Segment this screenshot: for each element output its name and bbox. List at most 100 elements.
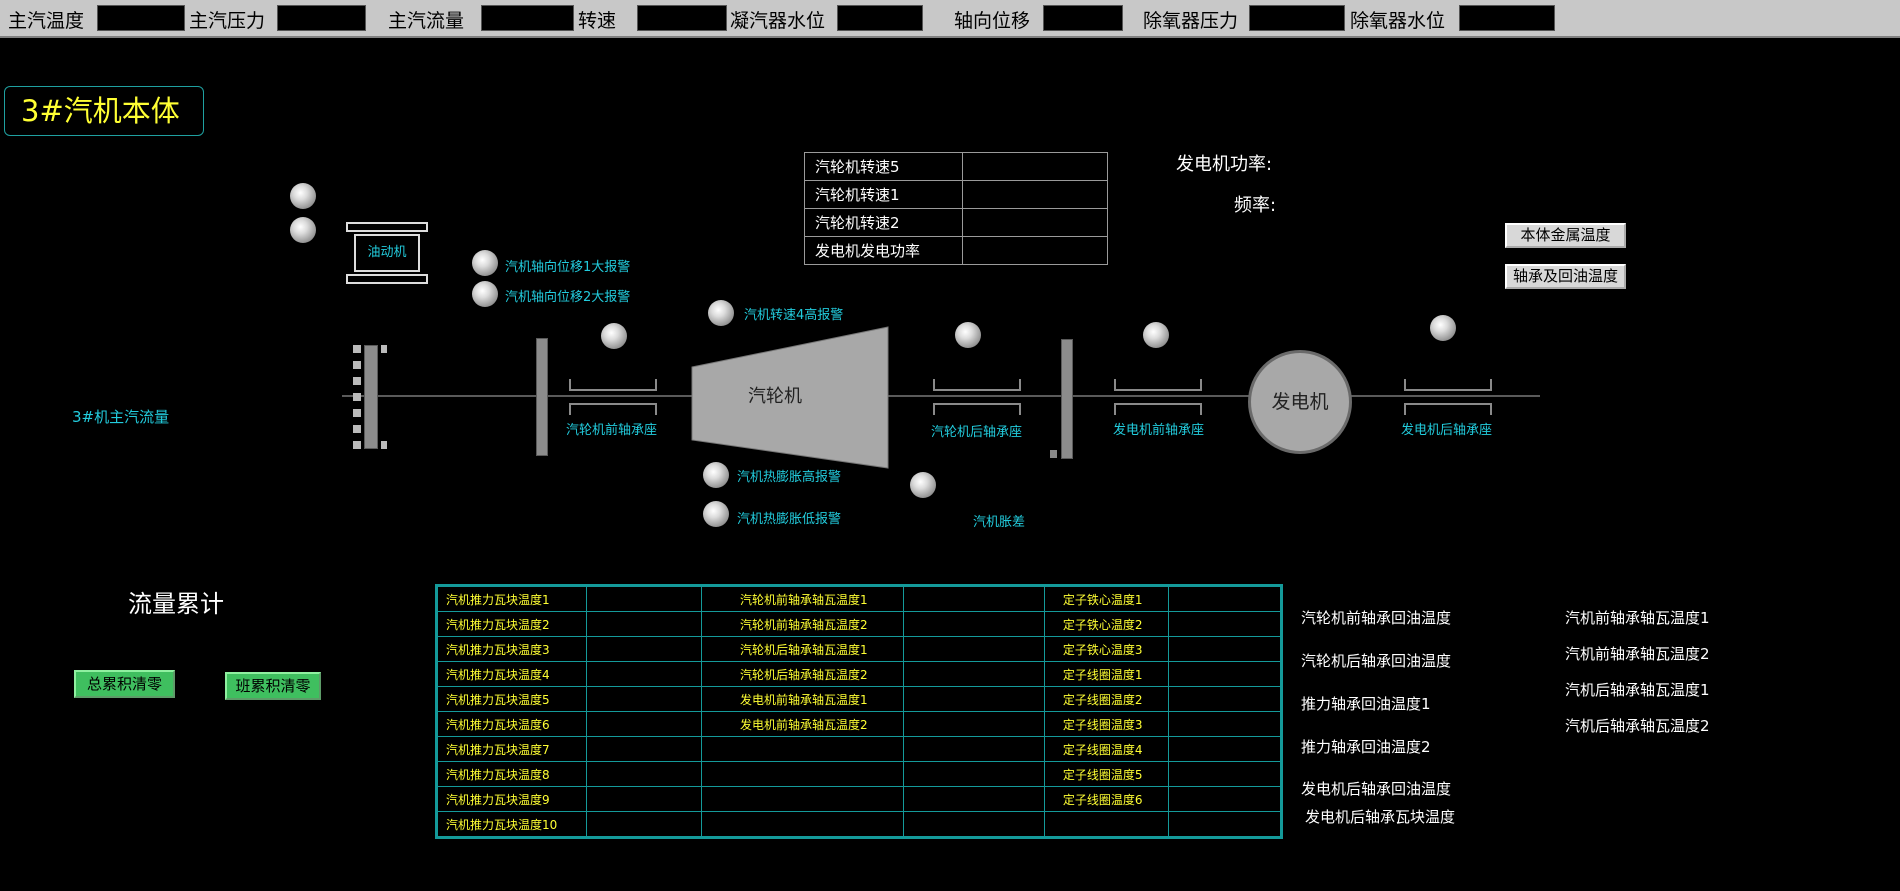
bearing-pad-temp-label: 汽机前轴承轴瓦温度1 [1565, 609, 1710, 627]
table-row: 发电机发电功率 [804, 236, 1108, 265]
axial-displacement-1-alarm-label: 汽机轴向位移1大报警 [505, 260, 631, 275]
turbine-rear-bearing-label: 汽轮机后轴承座 [931, 425, 1023, 440]
temp-label: 定子铁心温度3 [1043, 636, 1169, 662]
generator[interactable]: 发电机 [1248, 350, 1352, 454]
deaerator-pressure-value [1249, 5, 1345, 31]
temp-label: 汽机推力瓦块温度6 [436, 711, 587, 737]
bearing-upper [933, 379, 1021, 391]
temp-label: 汽轮机后轴承轴瓦温度2 [701, 661, 904, 687]
temp-label: 定子线圈温度6 [1043, 786, 1169, 812]
temp-value [902, 585, 1045, 612]
table-row: 汽轮机转速5 [804, 152, 1108, 181]
shift-reset-button[interactable]: 班累积清零 [225, 672, 321, 700]
temp-label [701, 811, 904, 838]
temp-label: 汽轮机后轴承轴瓦温度1 [701, 636, 904, 662]
temp-value [902, 636, 1045, 662]
temp-value [1167, 636, 1283, 662]
bearing-status-lamp [1143, 322, 1169, 348]
temp-label: 发电机前轴承轴瓦温度2 [701, 711, 904, 737]
bearing-status-lamp [1430, 315, 1456, 341]
bearing-status-lamp [601, 323, 627, 349]
bearing-pad-temp-label: 汽机后轴承轴瓦温度2 [1565, 717, 1710, 735]
metal-temperature-button[interactable]: 本体金属温度 [1505, 223, 1626, 248]
table-row: 汽机推力瓦块温度4 汽轮机后轴承轴瓦温度2 定子线圈温度1 [436, 661, 1283, 687]
speed-2-label: 汽轮机转速2 [804, 208, 963, 237]
condenser-level-label: 凝汽器水位 [730, 10, 826, 32]
temp-value [902, 761, 1045, 787]
bearing-pad-temp-label: 汽机后轴承轴瓦温度1 [1565, 681, 1710, 699]
temperature-table: 汽机推力瓦块温度1 汽轮机前轴承轴瓦温度1 定子铁心温度1 汽机推力瓦块温度2 汽轮机前… [435, 584, 1283, 839]
axial-displacement-value [1043, 5, 1123, 31]
temp-label [701, 786, 904, 812]
coupling [364, 345, 378, 449]
bearing-lower [933, 403, 1021, 415]
bearing-pad-temp-label: 发电机后轴承瓦块温度 [1305, 808, 1456, 826]
deaerator-pressure-label: 除氧器压力 [1143, 10, 1239, 32]
temp-label: 定子线圈温度1 [1043, 661, 1169, 687]
table-row: 汽机推力瓦块温度1 汽轮机前轴承轴瓦温度1 定子铁心温度1 [436, 585, 1283, 612]
thermal-expansion-high-alarm-lamp [703, 462, 729, 488]
differential-expansion-lamp [910, 472, 936, 498]
temp-value [902, 736, 1045, 762]
main-steam-pressure-label: 主汽压力 [189, 10, 266, 32]
temp-value [1167, 786, 1283, 812]
bearing-status-lamp [955, 322, 981, 348]
temp-value [1167, 761, 1283, 787]
temp-value [585, 761, 703, 787]
temp-value [1167, 811, 1283, 838]
turbine-front-bearing-label: 汽轮机前轴承座 [566, 423, 658, 438]
generator-front-bearing-label: 发电机前轴承座 [1113, 423, 1205, 438]
table-row: 汽机推力瓦块温度9 定子线圈温度6 [436, 786, 1283, 812]
speed-5-value [962, 152, 1108, 181]
temp-label: 定子线圈温度5 [1043, 761, 1169, 787]
table-row: 汽轮机转速2 [804, 208, 1108, 237]
generator-output-label: 发电机发电功率 [804, 236, 963, 265]
temp-label: 汽机推力瓦块温度8 [436, 761, 587, 787]
return-oil-label: 推力轴承回油温度2 [1301, 738, 1431, 756]
temp-value [1167, 585, 1283, 612]
main-steam-temp-label: 主汽温度 [8, 10, 85, 32]
table-row: 汽机推力瓦块温度3 汽轮机后轴承轴瓦温度1 定子铁心温度3 [436, 636, 1283, 662]
frequency-label: 频率: [1234, 195, 1277, 216]
temp-label: 发电机前轴承轴瓦温度1 [701, 686, 904, 712]
bearing-oil-temperature-button[interactable]: 轴承及回油温度 [1505, 264, 1626, 289]
axial-displacement-label: 轴向位移 [954, 10, 1031, 32]
temp-value [902, 786, 1045, 812]
temp-value [902, 611, 1045, 637]
temp-label: 汽机推力瓦块温度10 [436, 811, 587, 838]
speed-4-alarm-lamp [708, 300, 734, 326]
flow-total-label: 流量累计 [128, 590, 224, 618]
temp-value [585, 636, 703, 662]
flange [536, 338, 548, 456]
return-oil-label: 汽轮机后轴承回油温度 [1301, 652, 1452, 670]
oil-pump[interactable]: 油动机 [354, 234, 420, 272]
speed-4-alarm-label: 汽机转速4高报警 [744, 308, 844, 323]
thermal-expansion-high-alarm-label: 汽机热膨胀高报警 [737, 470, 842, 485]
temp-value [902, 686, 1045, 712]
temp-value [585, 686, 703, 712]
coupling-teeth-left [353, 345, 361, 449]
axial-displacement-1-alarm-lamp [472, 250, 498, 276]
condenser-level-value [837, 5, 923, 31]
speed-label: 转速 [578, 10, 617, 32]
temp-value [585, 786, 703, 812]
thermal-expansion-low-alarm-label: 汽机热膨胀低报警 [737, 512, 842, 527]
return-oil-label: 推力轴承回油温度1 [1301, 695, 1431, 713]
main-steam-temp-value [97, 5, 185, 31]
temp-label: 汽轮机前轴承轴瓦温度1 [701, 585, 904, 612]
status-lamp [290, 217, 316, 243]
table-row: 汽机推力瓦块温度10 [436, 811, 1283, 838]
total-reset-button[interactable]: 总累积清零 [74, 670, 175, 698]
return-oil-label: 汽轮机前轴承回油温度 [1301, 609, 1452, 627]
speed-value [637, 5, 727, 31]
speed-1-value [962, 180, 1108, 209]
speed-table: 汽轮机转速5 汽轮机转速1 汽轮机转速2 发电机发电功率 [804, 152, 1108, 265]
oil-pump-top-cap [346, 222, 428, 232]
temp-label: 定子线圈温度4 [1043, 736, 1169, 762]
temp-value [902, 711, 1045, 737]
temp-value [585, 811, 703, 838]
coupling-teeth-right [381, 345, 387, 449]
table-row: 汽轮机转速1 [804, 180, 1108, 209]
deaerator-level-value [1459, 5, 1555, 31]
speed-5-label: 汽轮机转速5 [804, 152, 963, 181]
